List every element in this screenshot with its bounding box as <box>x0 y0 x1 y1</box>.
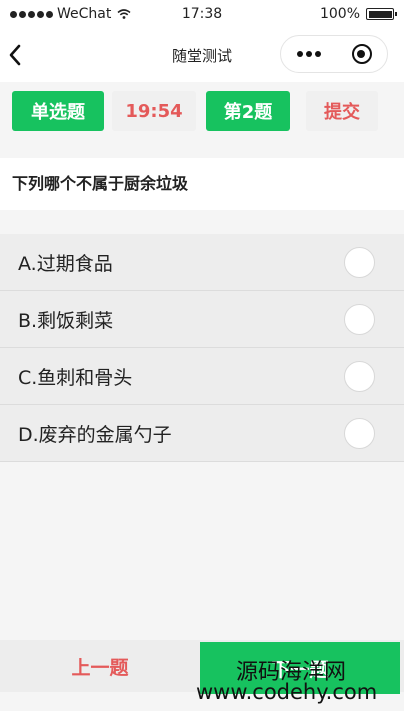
option-b[interactable]: B.剩饭剩菜 <box>0 291 404 348</box>
options-list: A.过期食品 B.剩饭剩菜 C.鱼刺和骨头 D.废弃的金属勺子 <box>0 234 404 462</box>
option-label: D.废弃的金属勺子 <box>18 423 172 446</box>
quiz-header: 单选题 19:54 第2题 提交 <box>0 82 404 158</box>
option-label: C.鱼刺和骨头 <box>18 366 133 389</box>
radio-button[interactable] <box>344 418 375 449</box>
option-c[interactable]: C.鱼刺和骨头 <box>0 348 404 405</box>
option-label: B.剩饭剩菜 <box>18 309 114 332</box>
radio-button[interactable] <box>344 361 375 392</box>
option-label: A.过期食品 <box>18 252 113 275</box>
radio-button[interactable] <box>344 304 375 335</box>
target-icon[interactable] <box>351 44 372 64</box>
question-text: 下列哪个不属于厨余垃圾 <box>0 158 404 210</box>
option-a[interactable]: A.过期食品 <box>0 234 404 291</box>
radio-button[interactable] <box>344 247 375 278</box>
question-type-badge: 单选题 <box>12 91 104 131</box>
watermark-url: www.codehy.com <box>196 680 378 704</box>
battery-icon <box>366 8 397 20</box>
previous-question-button[interactable]: 上一题 <box>0 640 200 692</box>
status-bar: WeChat 17:38 100% <box>0 0 404 30</box>
navigation-bar: 随堂测试 <box>0 30 404 82</box>
more-dots-icon[interactable] <box>296 51 321 57</box>
battery-label: 100% <box>319 6 360 22</box>
capsule-menu <box>280 35 388 73</box>
countdown-timer: 19:54 <box>112 91 196 131</box>
question-number-badge: 第2题 <box>206 91 290 131</box>
status-right: 100% <box>319 6 397 22</box>
submit-button[interactable]: 提交 <box>306 91 378 131</box>
option-d[interactable]: D.废弃的金属勺子 <box>0 405 404 462</box>
